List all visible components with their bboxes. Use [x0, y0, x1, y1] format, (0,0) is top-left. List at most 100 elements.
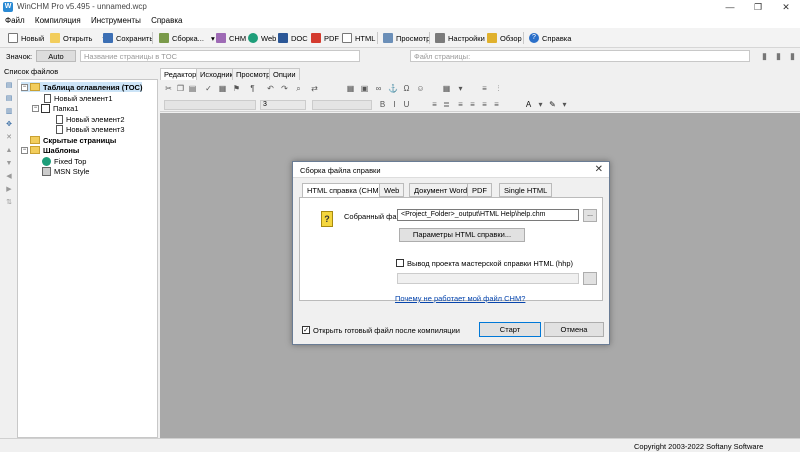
pilcrow-icon[interactable]: ¶ [248, 84, 257, 93]
web-button[interactable]: Web [248, 31, 276, 45]
underline-icon[interactable]: U [402, 100, 411, 109]
col-icon[interactable]: ⫶ [494, 84, 503, 93]
build-dropdown-icon[interactable]: ▾ [211, 34, 215, 43]
font-color-dropdown-icon[interactable]: ▾ [536, 100, 545, 109]
italic-icon[interactable]: I [390, 100, 399, 109]
browse-compiled-file-button[interactable]: ... [583, 209, 597, 222]
menu-compile[interactable]: Компиляция [32, 14, 84, 28]
tree-node-toc[interactable]: − Таблица оглавления (TOC) [21, 82, 143, 92]
row-icon[interactable]: ≡ [480, 84, 489, 93]
collapse-icon[interactable]: − [32, 104, 39, 112]
insert-icon[interactable]: ▥ [2, 106, 16, 117]
minimize-button[interactable]: — [716, 0, 744, 14]
tree-node-item2[interactable]: Новый элемент2 [56, 114, 125, 124]
unordered-list-icon[interactable]: ≣ [442, 100, 451, 109]
tree-node-msn-style[interactable]: MSN Style [42, 166, 89, 176]
start-button[interactable]: Старт [479, 322, 541, 337]
undo-icon[interactable]: ↶ [266, 84, 275, 93]
open-after-compile-checkbox[interactable]: ✓ [302, 326, 310, 334]
table-icon[interactable]: ▦ [346, 84, 355, 93]
move-icon[interactable]: ✥ [2, 119, 16, 130]
ordered-list-icon[interactable]: ≡ [430, 100, 439, 109]
font-color-icon[interactable]: A [524, 100, 533, 109]
tab-web[interactable]: Web [379, 183, 405, 197]
tree-node-templates[interactable]: − Шаблоны [21, 145, 79, 155]
move-left-icon[interactable]: ◀ [2, 171, 16, 182]
hhp-output-checkbox[interactable] [396, 259, 404, 267]
tab-word[interactable]: Документ Word [409, 183, 473, 197]
add-folder-icon[interactable]: ▤ [2, 93, 16, 104]
image-icon[interactable]: ▦ [218, 84, 227, 93]
browse-button[interactable]: Обзор [487, 31, 522, 45]
copy-icon[interactable]: ▮ [774, 51, 783, 61]
compiled-file-input[interactable]: <Project_Folder>_output\HTML Help\help.c… [397, 209, 579, 221]
pdf-button[interactable]: PDF [311, 31, 339, 45]
style-select[interactable] [312, 100, 372, 110]
build-button[interactable]: Сборка... ▾ [159, 31, 215, 45]
why-chm-not-working-link[interactable]: Почему не работает мой файл CHM? [395, 294, 525, 303]
settings-button[interactable]: Настройки [435, 31, 485, 45]
menu-tools[interactable]: Инструменты [88, 14, 144, 28]
paste-icon[interactable]: ▮ [788, 51, 797, 61]
collapse-icon[interactable]: − [21, 83, 28, 91]
icon-auto-button[interactable]: Auto [36, 50, 76, 62]
open-button[interactable]: Открыть▾ [50, 31, 106, 45]
chm-button[interactable]: CHM [216, 31, 246, 45]
tab-source[interactable]: Исходник [196, 68, 237, 80]
spellcheck-icon[interactable]: ✓ [204, 84, 213, 93]
hhp-path-input[interactable] [397, 273, 579, 284]
menu-help[interactable]: Справка [148, 14, 185, 28]
tree-node-item3[interactable]: Новый элемент3 [56, 124, 125, 134]
tab-html-chm[interactable]: HTML справка (CHM) [302, 183, 387, 198]
tree-node-hidden[interactable]: Скрытые страницы [30, 135, 116, 145]
link-icon[interactable]: ∞ [374, 84, 383, 93]
cancel-button[interactable]: Отмена [544, 322, 604, 337]
help-button[interactable]: ? Справка [529, 31, 571, 45]
tab-theme-options[interactable]: Опции темы [269, 68, 300, 91]
paste-text-icon[interactable]: ▤ [188, 84, 197, 93]
justify-icon[interactable]: ≡ [492, 100, 501, 109]
page-file-input[interactable]: Файл страницы: [410, 50, 750, 62]
bookmark-icon[interactable]: ⚑ [232, 84, 241, 93]
delete-node-icon[interactable]: ✕ [2, 132, 16, 143]
table-dropdown-icon[interactable]: ▾ [456, 84, 465, 93]
replace-icon[interactable]: ⇄ [310, 84, 319, 93]
tab-preview[interactable]: Просмотр [232, 68, 275, 80]
tab-pdf[interactable]: PDF [467, 183, 492, 197]
font-name-select[interactable] [164, 100, 256, 110]
tab-editor[interactable]: Редактор [160, 68, 201, 80]
font-size-select[interactable]: 3 [260, 100, 306, 110]
maximize-button[interactable]: ❐ [744, 0, 772, 14]
add-page-icon[interactable]: ▤ [2, 80, 16, 91]
move-up-icon[interactable]: ▲ [2, 145, 16, 156]
insert-table-icon[interactable]: ▦ [442, 84, 451, 93]
html-button[interactable]: HTML [342, 31, 375, 45]
frame-icon[interactable]: ▣ [360, 84, 369, 93]
move-right-icon[interactable]: ▶ [2, 184, 16, 195]
special-char-icon[interactable]: Ω [402, 84, 411, 93]
copy-text-icon[interactable]: ❐ [176, 84, 185, 93]
redo-icon[interactable]: ↷ [280, 84, 289, 93]
page-name-input[interactable]: Название страницы в TOC [80, 50, 360, 62]
html-help-params-button[interactable]: Параметры HTML справки... [399, 228, 525, 242]
cut-icon[interactable]: ✂ [164, 84, 173, 93]
preview-button[interactable]: Просмотр [383, 31, 430, 45]
emoji-icon[interactable]: ☺ [416, 84, 425, 93]
find-icon[interactable]: ⌕ [294, 84, 303, 93]
anchor-icon[interactable]: ⚓ [388, 84, 398, 93]
highlight-dropdown-icon[interactable]: ▾ [560, 100, 569, 109]
move-down-icon[interactable]: ▼ [2, 158, 16, 169]
new-button[interactable]: Новый [8, 31, 44, 45]
tab-single-html[interactable]: Single HTML [499, 183, 553, 197]
dialog-close-icon[interactable]: ✕ [595, 164, 603, 175]
highlight-icon[interactable]: ✎ [548, 100, 557, 109]
align-center-icon[interactable]: ≡ [468, 100, 477, 109]
sort-icon[interactable]: ⇅ [2, 197, 16, 208]
collapse-icon[interactable]: − [21, 146, 28, 154]
align-left-icon[interactable]: ≡ [456, 100, 465, 109]
delete-icon[interactable]: ▮ [760, 51, 769, 61]
bold-icon[interactable]: B [378, 100, 387, 109]
browse-hhp-button[interactable] [583, 272, 597, 285]
menu-file[interactable]: Файл [2, 14, 28, 28]
tree-node-folder1[interactable]: − Папка1 [32, 103, 78, 113]
